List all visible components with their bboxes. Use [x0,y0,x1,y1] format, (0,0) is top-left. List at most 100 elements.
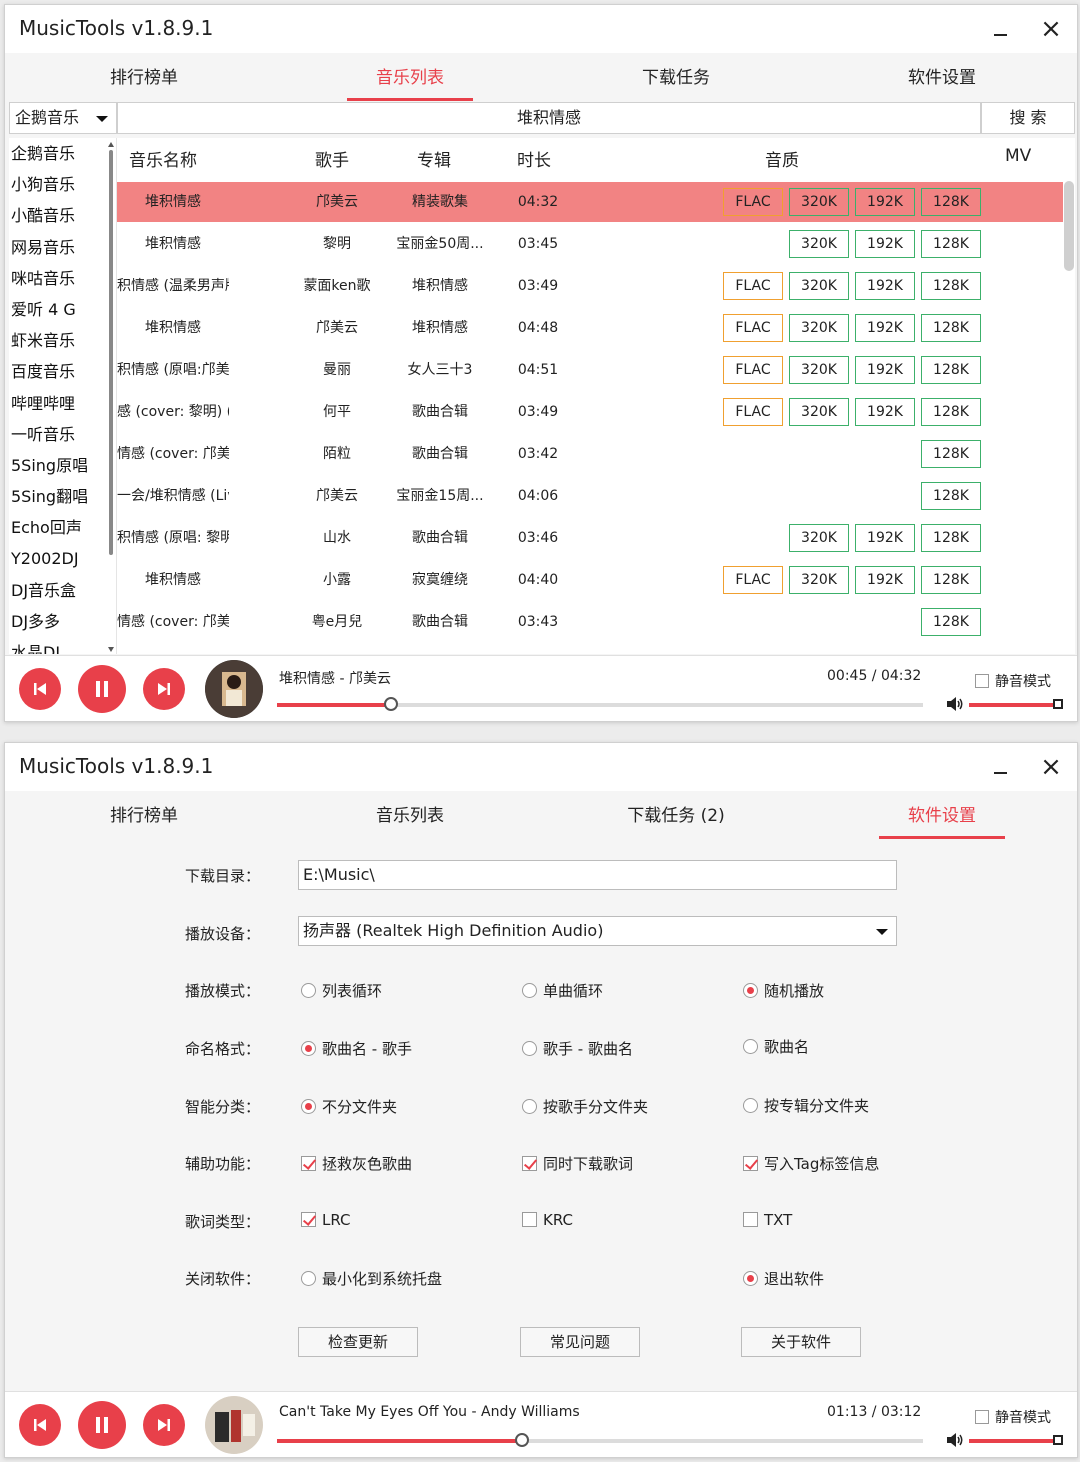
source-list-scrollbar[interactable] [108,142,114,652]
song-row[interactable]: 堆积情感 黎明 宝丽金50周... 03:45 320K 192K 128K [117,224,1063,264]
quality-button-128k[interactable]: 128K [921,314,981,342]
quality-button-128k[interactable]: 128K [921,608,981,636]
close-icon[interactable]: × [1037,751,1065,783]
quality-button-320k[interactable]: 320K [789,188,849,216]
source-list-item[interactable]: 虾米音乐 [9,325,116,356]
radio-selected[interactable] [743,983,758,998]
next-button[interactable] [143,1404,185,1446]
quality-button-128k[interactable]: 128K [921,188,981,216]
search-button[interactable]: 搜 索 [981,102,1075,134]
source-list-item[interactable]: 咪咕音乐 [9,263,116,294]
source-list-item[interactable]: 百度音乐 [9,356,116,387]
radio[interactable] [301,1271,316,1286]
radio[interactable] [301,983,316,998]
prev-button[interactable] [19,1404,61,1446]
play-mode-single-loop[interactable]: 单曲循环 [522,980,603,1001]
source-list-item[interactable]: 一听音乐 [9,419,116,450]
quality-button-192k[interactable]: 192K [855,566,915,594]
radio[interactable] [743,1098,758,1113]
search-input[interactable]: 堆积情感 [117,102,981,134]
play-mode-list-loop[interactable]: 列表循环 [301,980,382,1001]
volume-icon[interactable] [945,696,965,716]
scroll-up-icon[interactable] [108,142,114,147]
quality-button-flac[interactable]: FLAC [723,188,783,216]
quality-button-128k[interactable]: 128K [921,482,981,510]
quality-button-320k[interactable]: 320K [789,356,849,384]
quality-button-flac[interactable]: FLAC [723,398,783,426]
song-row[interactable]: 积情感 (原唱: 黎明) 山水 歌曲合辑 03:46 320K 192K 128K [117,518,1063,558]
quality-button-128k[interactable]: 128K [921,440,981,468]
aux-write-tag[interactable]: 写入Tag标签信息 [743,1153,879,1174]
quality-button-320k[interactable]: 320K [789,314,849,342]
aux-rescue-gray[interactable]: 拯救灰色歌曲 [301,1153,412,1174]
lyric-type-txt[interactable]: TXT [743,1211,792,1229]
source-list-item[interactable]: 网易音乐 [9,232,116,263]
mute-checkbox-box[interactable] [975,674,989,688]
smart-sort-by-album[interactable]: 按专辑分文件夹 [743,1095,869,1116]
song-row[interactable]: 堆积情感 邝美云 精装歌集 04:32 FLAC 320K 192K 128K [117,182,1063,222]
mute-mode-checkbox[interactable]: 静音模式 [975,1407,1051,1427]
source-list-item[interactable]: Echo回声 [9,512,116,543]
source-list-item[interactable]: 哔哩哔哩 [9,388,116,419]
quality-button-flac[interactable]: FLAC [723,356,783,384]
song-row[interactable]: 堆积情感 小露 寂寞缠绕 04:40 FLAC 320K 192K 128K [117,560,1063,600]
progress-knob[interactable] [384,697,399,711]
tab-music-list[interactable]: 音乐列表 [347,791,473,839]
check-update-button[interactable]: 检查更新 [298,1327,418,1357]
name-format-song-singer[interactable]: 歌曲名 - 歌手 [301,1038,412,1059]
quality-button-flac[interactable]: FLAC [723,272,783,300]
quality-button-192k[interactable]: 192K [855,524,915,552]
radio-selected[interactable] [301,1041,316,1056]
tab-settings[interactable]: 软件设置 [879,53,1005,101]
volume-slider[interactable] [969,1435,1063,1445]
name-format-song[interactable]: 歌曲名 [743,1036,809,1057]
pause-button[interactable] [78,1401,126,1449]
quality-button-192k[interactable]: 192K [855,188,915,216]
scrollbar-thumb[interactable] [109,150,113,555]
source-list-item[interactable]: 5Sing原唱 [9,450,116,481]
source-list-item[interactable]: DJ音乐盒 [9,575,116,606]
quality-button-320k[interactable]: 320K [789,398,849,426]
song-list-scrollbar[interactable] [1064,181,1074,271]
song-row[interactable]: 积情感 (原唱:邝美云) 曼丽 女人三十3 04:51 FLAC320K192K128K [117,350,1063,390]
radio[interactable] [522,983,537,998]
tab-downloads[interactable]: 下载任务 [613,53,739,101]
quality-button-320k[interactable]: 320K [789,524,849,552]
source-list-item[interactable]: 小酷音乐 [9,200,116,231]
faq-button[interactable]: 常见问题 [520,1327,640,1357]
progress-bar[interactable] [277,1433,923,1447]
download-dir-input[interactable]: E:\Music\ [298,860,897,890]
song-row[interactable]: 情感 (cover: 邝美云) 陌粒 歌曲合辑 03:42 128K [117,434,1063,474]
play-mode-random[interactable]: 随机播放 [743,980,824,1001]
checkbox-checked[interactable] [301,1212,316,1227]
quality-button-128k[interactable]: 128K [921,524,981,552]
device-select[interactable]: 扬声器 (Realtek High Definition Audio) [298,916,897,946]
next-button[interactable] [143,668,185,710]
progress-bar[interactable] [277,697,923,711]
quality-button-flac[interactable]: FLAC [723,566,783,594]
mute-mode-checkbox[interactable]: 静音模式 [975,671,1051,691]
lyric-type-krc[interactable]: KRC [522,1211,573,1229]
volume-slider[interactable] [969,699,1063,709]
pause-button[interactable] [78,665,126,713]
radio-selected[interactable] [743,1271,758,1286]
source-list-item[interactable]: 爱听 4 G [9,294,116,325]
song-row[interactable]: 堆积情感 邝美云 堆积情感 04:48 FLAC 320K 192K 128K [117,308,1063,348]
source-list-item[interactable]: 小狗音乐 [9,169,116,200]
volume-knob[interactable] [1053,1435,1063,1445]
source-select[interactable]: 企鹅音乐 [9,102,117,134]
lyric-type-lrc[interactable]: LRC [301,1211,351,1229]
tab-charts[interactable]: 排行榜单 [81,791,207,839]
quality-button-128k[interactable]: 128K [921,356,981,384]
quality-button-128k[interactable]: 128K [921,272,981,300]
name-format-singer-song[interactable]: 歌手 - 歌曲名 [522,1038,633,1059]
song-row[interactable]: 感 (cover: 黎明) (Live)何平歌曲合辑03:49FLAC320K1… [117,392,1063,432]
tab-music-list[interactable]: 音乐列表 [347,53,473,101]
quality-button-128k[interactable]: 128K [921,230,981,258]
close-action-exit[interactable]: 退出软件 [743,1268,824,1289]
radio[interactable] [743,1039,758,1054]
minimize-icon[interactable] [987,755,1015,783]
quality-button-128k[interactable]: 128K [921,566,981,594]
source-list-item[interactable]: Y2002DJ [9,543,116,574]
quality-button-192k[interactable]: 192K [855,398,915,426]
